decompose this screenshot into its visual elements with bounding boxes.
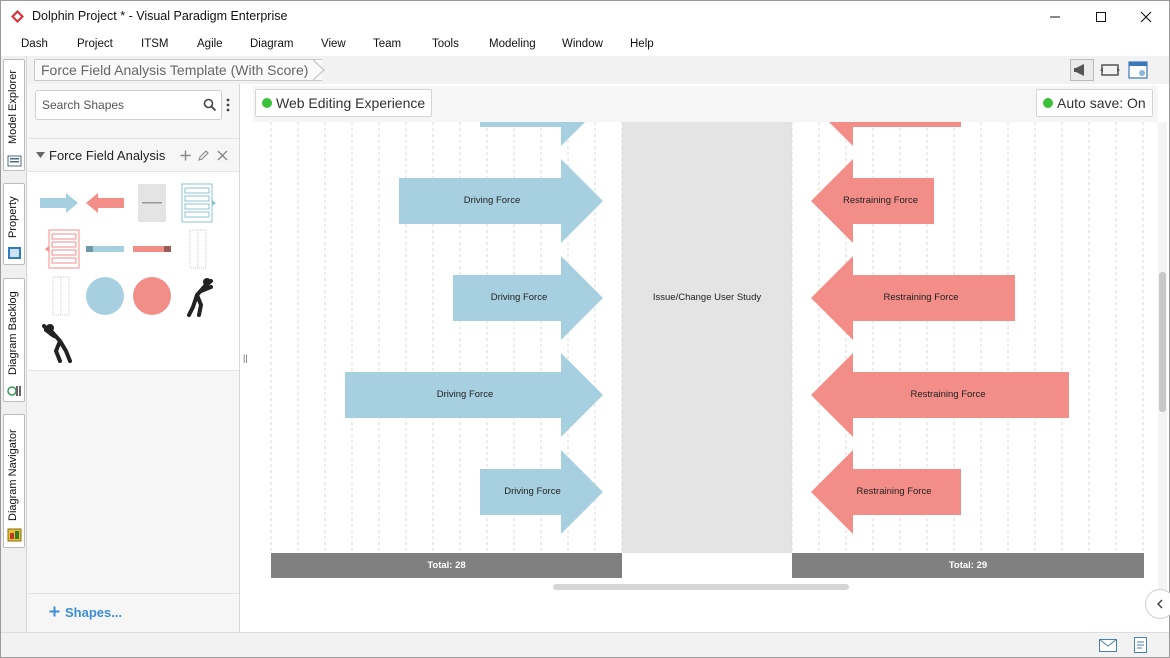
menu-project[interactable]: Project: [77, 38, 113, 50]
menu-agile[interactable]: Agile: [197, 38, 223, 50]
title-bar: Dolphin Project * - Visual Paradigm Ente…: [1, 1, 1169, 32]
menu-view[interactable]: View: [321, 38, 346, 50]
divider: [28, 138, 239, 139]
more-options-icon[interactable]: [226, 97, 230, 113]
minimize-button[interactable]: [1032, 1, 1078, 32]
driving-score-bar-icon[interactable]: [84, 228, 126, 270]
restraining-force-arrow[interactable]: [811, 122, 961, 146]
tab-label: Property: [7, 196, 19, 238]
document-icon[interactable]: [1133, 636, 1149, 654]
tab-diagram-navigator[interactable]: Diagram Navigator: [3, 414, 25, 548]
restraining-force-label: Restraining Force: [883, 292, 959, 303]
tab-model-explorer[interactable]: Model Explorer: [3, 59, 25, 171]
shapes-link[interactable]: Shapes...: [65, 605, 122, 620]
add-shape-icon[interactable]: [180, 150, 191, 161]
driving-force-label: Driving Force: [436, 389, 494, 400]
restraining-force-label: Restraining Force: [856, 486, 932, 497]
pulling-person-icon[interactable]: [38, 321, 80, 363]
tab-label: Model Explorer: [7, 70, 19, 144]
divider: [28, 593, 239, 594]
collapse-section-icon[interactable]: [36, 152, 45, 159]
menu-bar: Dash Project ITSM Agile Diagram View Tea…: [1, 34, 1169, 56]
visual-paradigm-logo-icon: [11, 10, 24, 23]
maximize-icon: [1096, 11, 1106, 22]
restraining-circle-icon[interactable]: [131, 275, 173, 317]
issue-shape-icon[interactable]: [131, 182, 173, 224]
chevron-left-icon: [1156, 599, 1163, 609]
status-bar: [1, 632, 1169, 657]
menu-help[interactable]: Help: [630, 38, 654, 50]
autosave-status: Auto save: On: [1057, 95, 1146, 111]
vertical-scrollbar[interactable]: [1158, 122, 1167, 592]
pushing-person-icon[interactable]: [177, 275, 219, 317]
restraining-total: Total: 29: [792, 553, 1144, 578]
diagram-canvas[interactable]: Issue/Change User Study Total: 28 Total:…: [253, 122, 1158, 592]
menu-tools[interactable]: Tools: [432, 38, 459, 50]
driving-force-label: Driving Force: [463, 195, 521, 206]
search-shapes-box[interactable]: [35, 90, 222, 120]
restraining-force-label: Restraining Force: [910, 389, 986, 400]
app-window: Dolphin Project * - Visual Paradigm Ente…: [0, 0, 1170, 658]
restraining-force-label: Restraining Force: [843, 195, 918, 206]
stencil-shapes: [28, 171, 239, 371]
diagram-name: Web Editing Experience: [276, 95, 426, 111]
fit-to-screen-icon[interactable]: [1098, 59, 1122, 81]
mail-icon[interactable]: [1099, 639, 1117, 652]
search-icon[interactable]: [203, 98, 217, 112]
menu-window[interactable]: Window: [562, 38, 603, 50]
status-dot: [262, 98, 272, 108]
diagram-navigator-icon: [7, 528, 22, 542]
collapse-panel-button[interactable]: [1145, 589, 1170, 619]
scroll-thumb[interactable]: [1159, 272, 1166, 412]
close-icon: [1140, 11, 1152, 22]
close-button[interactable]: [1123, 1, 1169, 32]
breadcrumb-arrow-fill: [312, 60, 323, 80]
horizontal-scrollbar[interactable]: [553, 584, 849, 590]
property-icon: [8, 247, 21, 259]
autosave-badge[interactable]: Auto save: On: [1036, 89, 1153, 117]
maximize-button[interactable]: [1078, 1, 1124, 32]
remove-icon[interactable]: [217, 150, 228, 161]
stencil-section-title[interactable]: Force Field Analysis: [49, 148, 165, 163]
menu-dash[interactable]: Dash: [21, 38, 48, 50]
minimize-icon: [1050, 16, 1060, 17]
model-explorer-icon: [7, 155, 22, 167]
menu-team[interactable]: Team: [373, 38, 401, 50]
driving-total: Total: 28: [271, 553, 622, 578]
restraining-force-list-icon[interactable]: [42, 228, 84, 270]
driving-force-label: Driving Force: [490, 292, 548, 303]
score-grid-2-icon[interactable]: [42, 275, 84, 317]
tab-label: Diagram Navigator: [7, 429, 19, 521]
menu-modeling[interactable]: Modeling: [489, 38, 536, 50]
tab-property[interactable]: Property: [3, 183, 25, 265]
driving-force-list-icon[interactable]: [177, 182, 219, 224]
breadcrumb[interactable]: Force Field Analysis Template (With Scor…: [34, 59, 323, 81]
search-shapes-input[interactable]: [42, 97, 192, 113]
restraining-score-bar-icon[interactable]: [131, 228, 173, 270]
diagram-layout-icon[interactable]: [1126, 59, 1150, 81]
driving-force-label: Driving Force: [504, 486, 561, 497]
menu-diagram[interactable]: Diagram: [250, 38, 293, 50]
menu-itsm[interactable]: ITSM: [141, 38, 168, 50]
panel-splitter-handle[interactable]: ||: [243, 353, 248, 363]
tab-label: Diagram Backlog: [7, 291, 19, 375]
driving-circle-icon[interactable]: [84, 275, 126, 317]
tab-diagram-backlog[interactable]: Diagram Backlog: [3, 278, 25, 402]
edit-icon[interactable]: [198, 150, 209, 161]
driving-force-shape-icon[interactable]: [38, 182, 80, 224]
side-tab-strip: Model Explorer Property Diagram Backlog …: [1, 56, 27, 632]
add-shapes-icon[interactable]: [49, 606, 60, 617]
status-dot: [1043, 98, 1053, 108]
announcement-icon[interactable]: [1070, 59, 1094, 81]
score-grid-icon[interactable]: [177, 228, 219, 270]
restraining-force-shape-icon[interactable]: [84, 182, 126, 224]
diagram-backlog-icon: [7, 386, 21, 396]
force-arrows: [270, 122, 1144, 552]
diagram-name-badge[interactable]: Web Editing Experience: [255, 89, 433, 117]
window-title: Dolphin Project * - Visual Paradigm Ente…: [32, 9, 288, 23]
